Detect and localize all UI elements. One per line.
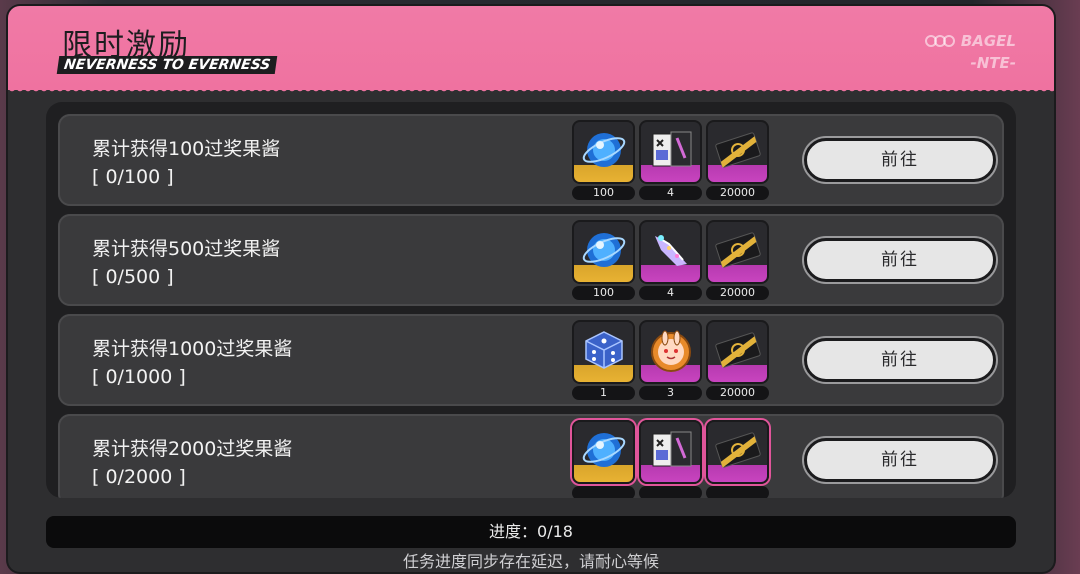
go-button[interactable]: 前往 xyxy=(804,338,996,382)
card-pack-icon[interactable] xyxy=(639,120,702,184)
reward-count: 20000 xyxy=(706,286,769,300)
gold-ticket-icon[interactable] xyxy=(706,220,769,284)
reward-count: 4 xyxy=(639,286,702,300)
task-title: 累计获得2000过奖果酱 xyxy=(92,438,293,460)
progress-bar: 进度：0/18 xyxy=(46,516,1016,548)
reward-item[interactable]: 3 xyxy=(639,320,702,400)
task-title: 累计获得500过奖果酱 xyxy=(92,238,281,260)
gold-ticket-icon[interactable] xyxy=(706,420,769,484)
reward-count: 20000 xyxy=(706,386,769,400)
task-title: 累计获得100过奖果酱 xyxy=(92,138,281,160)
reward-item[interactable]: 20000 xyxy=(706,220,769,300)
task-progress: [ 0/500 ] xyxy=(92,266,174,288)
blue-orb-icon[interactable] xyxy=(572,220,635,284)
brand-logo: BAGEL -NTE- xyxy=(924,32,1016,72)
reward-count xyxy=(639,486,702,498)
reward-items xyxy=(572,420,769,498)
task-row: 累计获得500过奖果酱 [ 0/500 ] 100 4 20000 前往 xyxy=(58,214,1004,306)
reward-item[interactable]: 100 xyxy=(572,120,635,200)
gold-ticket-icon[interactable] xyxy=(706,320,769,384)
task-row: 累计获得100过奖果酱 [ 0/100 ] 100 4 20000 前往 xyxy=(58,114,1004,206)
go-button[interactable]: 前往 xyxy=(804,438,996,482)
gold-ticket-icon[interactable] xyxy=(706,120,769,184)
reward-count: 4 xyxy=(639,186,702,200)
crystal-shard-icon[interactable] xyxy=(639,220,702,284)
event-panel: 限时激励 NEVERNESS TO EVERNESS BAGEL -NTE- 累… xyxy=(8,6,1054,572)
reward-item[interactable]: 4 xyxy=(639,220,702,300)
reward-count: 100 xyxy=(572,186,635,200)
brand-tag: -NTE- xyxy=(970,54,1016,72)
reward-item[interactable] xyxy=(639,420,702,498)
reward-count: 100 xyxy=(572,286,635,300)
brand-name: BAGEL xyxy=(960,32,1016,50)
task-row: 累计获得2000过奖果酱 [ 0/2000 ] 前往 xyxy=(58,414,1004,498)
go-button[interactable]: 前往 xyxy=(804,138,996,182)
dice-icon[interactable] xyxy=(572,320,635,384)
blue-orb-icon[interactable] xyxy=(572,120,635,184)
reward-items: 100 4 20000 xyxy=(572,220,769,300)
reward-item[interactable] xyxy=(572,420,635,498)
reward-item[interactable]: 4 xyxy=(639,120,702,200)
sync-note: 任务进度同步存在延迟，请耐心等候 xyxy=(402,552,659,571)
task-progress: [ 0/100 ] xyxy=(92,166,174,188)
panel-header: 限时激励 NEVERNESS TO EVERNESS BAGEL -NTE- xyxy=(8,6,1054,96)
blue-orb-icon[interactable] xyxy=(572,420,635,484)
reward-item[interactable]: 20000 xyxy=(706,320,769,400)
reward-item[interactable]: 20000 xyxy=(706,120,769,200)
reward-count: 3 xyxy=(639,386,702,400)
task-row: 累计获得1000过奖果酱 [ 0/1000 ] 1 3 20000 前往 xyxy=(58,314,1004,406)
reward-item[interactable]: 1 xyxy=(572,320,635,400)
reward-count: 20000 xyxy=(706,186,769,200)
reward-item[interactable] xyxy=(706,420,769,498)
bunny-badge-icon[interactable] xyxy=(639,320,702,384)
task-progress: [ 0/1000 ] xyxy=(92,366,186,388)
task-progress: [ 0/2000 ] xyxy=(92,466,186,488)
reward-count xyxy=(706,486,769,498)
task-title: 累计获得1000过奖果酱 xyxy=(92,338,293,360)
reward-items: 100 4 20000 xyxy=(572,120,769,200)
reward-items: 1 3 20000 xyxy=(572,320,769,400)
go-button[interactable]: 前往 xyxy=(804,238,996,282)
reward-item[interactable]: 100 xyxy=(572,220,635,300)
reward-count xyxy=(572,486,635,498)
bagel-logo-icon xyxy=(924,35,955,47)
page-subtitle: NEVERNESS TO EVERNESS xyxy=(56,56,278,74)
reward-count: 1 xyxy=(572,386,635,400)
card-pack-icon[interactable] xyxy=(639,420,702,484)
task-list[interactable]: 累计获得100过奖果酱 [ 0/100 ] 100 4 20000 前往 累计获… xyxy=(46,102,1016,498)
